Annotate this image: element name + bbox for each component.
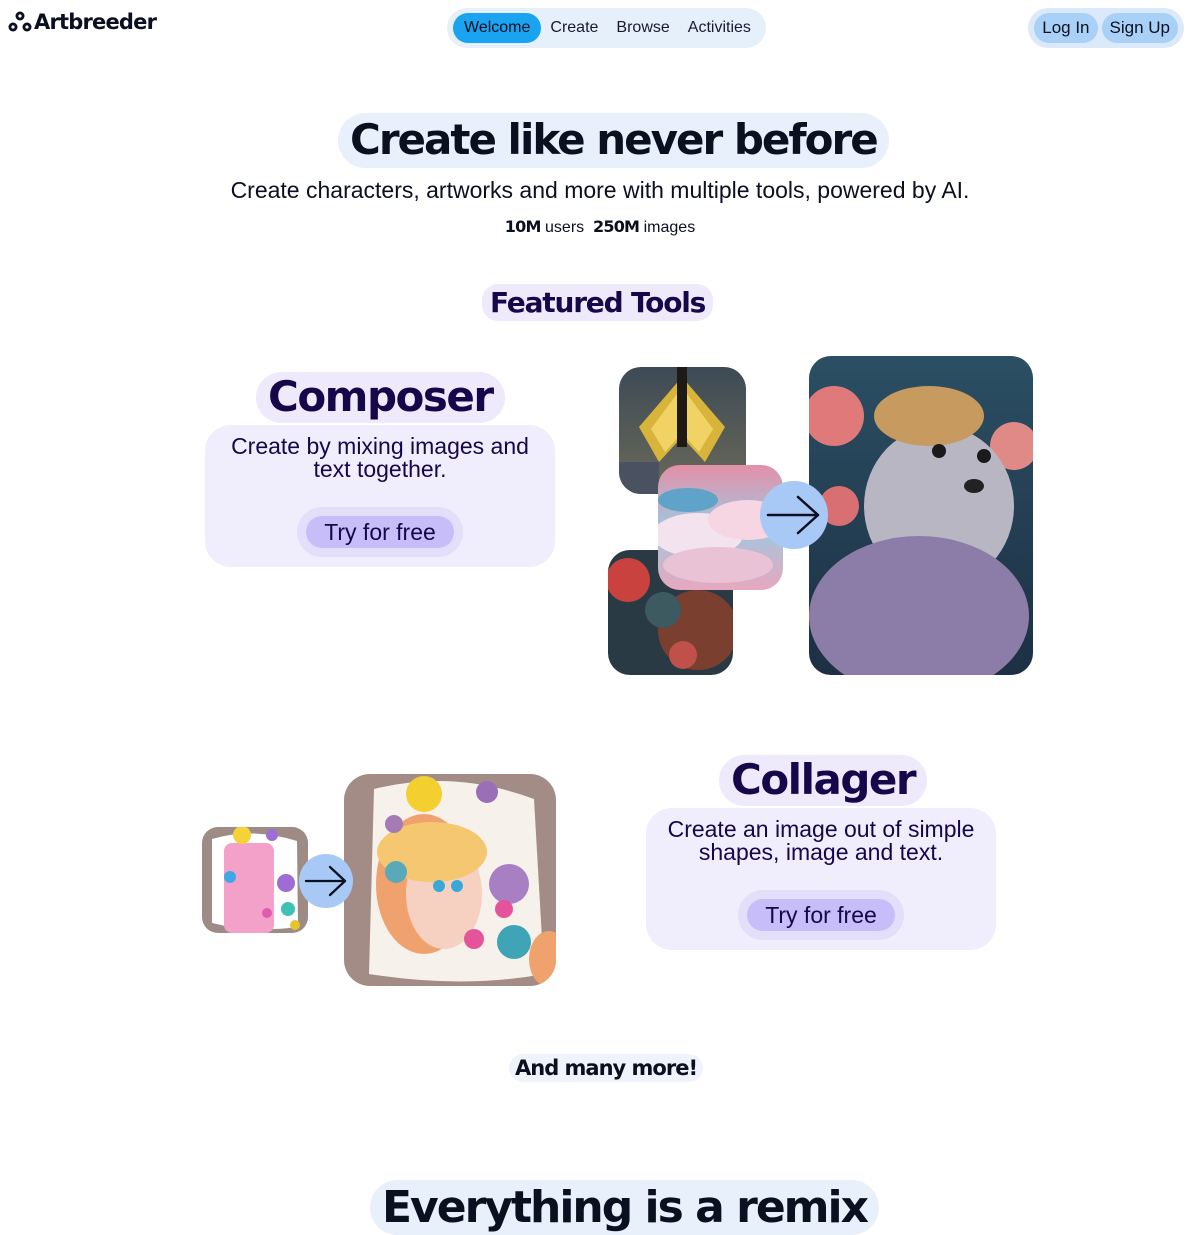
composer-title: Composer: [256, 372, 505, 423]
collager-try-button[interactable]: Try for free: [747, 899, 895, 931]
logo[interactable]: Artbreeder: [8, 10, 157, 34]
stat-users-label: users: [545, 219, 585, 236]
main-nav: Welcome Create Browse Activities: [447, 8, 766, 48]
hero-title: Create like never before: [338, 113, 889, 168]
stat-images-label: images: [643, 219, 696, 236]
remix-title: Everything is a remix: [370, 1180, 879, 1235]
logo-text: Artbreeder: [34, 10, 157, 34]
composer-output-dog-image: [809, 356, 1033, 675]
composer-description: Create by mixing images and text togethe…: [231, 433, 529, 482]
nav-activities[interactable]: Activities: [679, 13, 760, 43]
stat-images-value: 250M: [593, 217, 640, 236]
collager-title: Collager: [719, 755, 928, 806]
collager-cta-wrap: Try for free: [738, 890, 904, 940]
composer-cta-wrap: Try for free: [297, 507, 463, 557]
nav-welcome[interactable]: Welcome: [453, 13, 542, 43]
collager-output-portrait-image: [344, 774, 556, 986]
composer-card: Create by mixing images and text togethe…: [205, 425, 555, 567]
auth-group: Log In Sign Up: [1028, 8, 1184, 48]
composer-arrow: [760, 481, 828, 549]
arrow-right-icon: [304, 865, 347, 897]
nav-browse[interactable]: Browse: [607, 13, 678, 43]
more-tools-label: And many more!: [509, 1054, 704, 1082]
signup-button[interactable]: Sign Up: [1101, 13, 1178, 43]
collager-input-shapes-image: [202, 827, 308, 933]
login-button[interactable]: Log In: [1034, 13, 1098, 43]
collager-arrow: [299, 854, 353, 908]
nav-create[interactable]: Create: [541, 13, 607, 43]
stats: 10M users 250M images: [0, 217, 1200, 237]
hero-subtitle: Create characters, artworks and more wit…: [230, 177, 970, 203]
collager-description: Create an image out of simple shapes, im…: [667, 816, 975, 865]
arrow-right-icon: [766, 495, 820, 535]
featured-tools-title: Featured Tools: [482, 284, 714, 321]
collager-card: Create an image out of simple shapes, im…: [646, 808, 996, 950]
artbreeder-logo-icon: [8, 11, 32, 32]
composer-try-button[interactable]: Try for free: [306, 516, 454, 548]
stat-users-value: 10M: [504, 217, 542, 236]
